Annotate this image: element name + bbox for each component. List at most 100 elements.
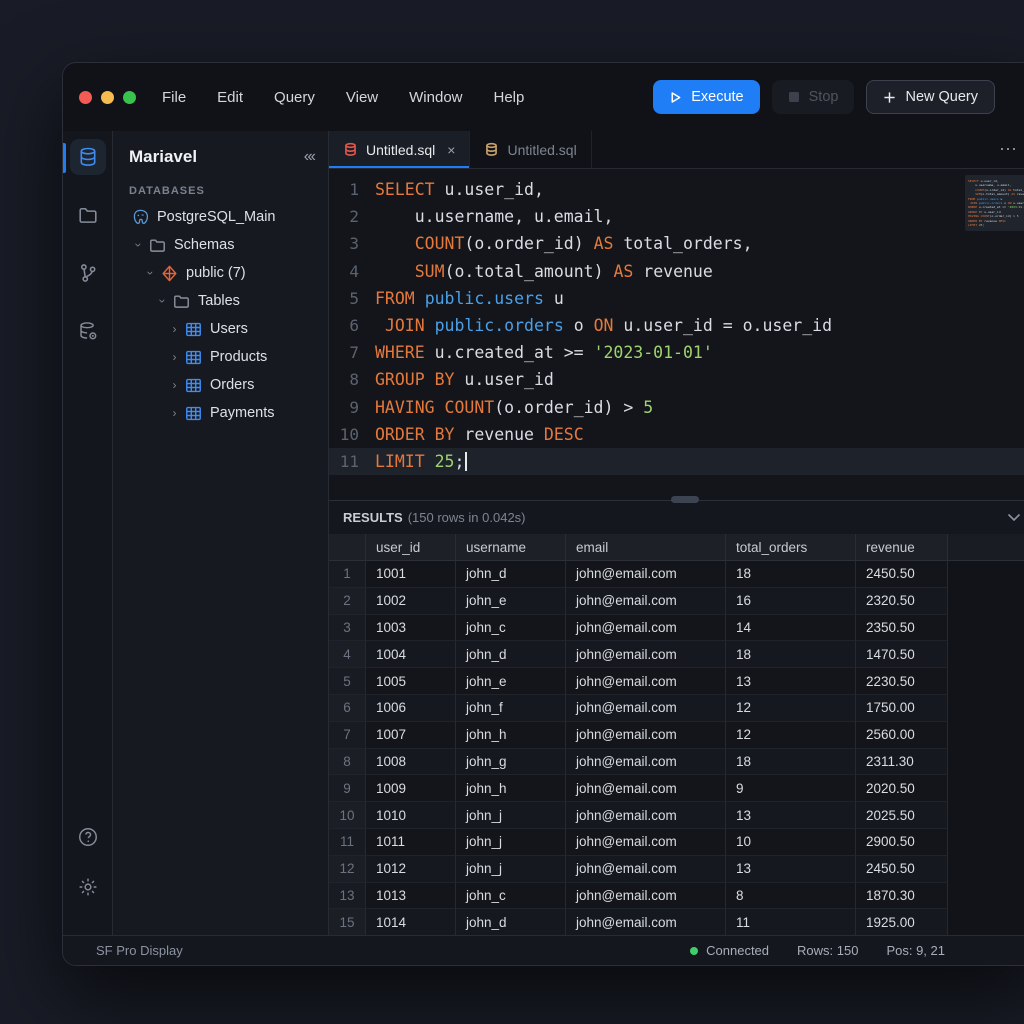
tree-item-users[interactable]: ›Users	[113, 315, 328, 343]
code-line-8[interactable]: 8GROUP BY u.user_id	[329, 366, 1024, 393]
table-cell[interactable]: john_h	[456, 722, 566, 749]
results-collapse-chevron-icon[interactable]	[1007, 509, 1021, 526]
table-row[interactable]: 111011john_jjohn@email.com102900.50	[329, 829, 1024, 856]
rail-database-icon[interactable]	[70, 139, 106, 175]
table-cell[interactable]: john@email.com	[566, 561, 726, 588]
table-cell[interactable]: john_c	[456, 883, 566, 910]
table-cell[interactable]: john_d	[456, 909, 566, 935]
table-cell[interactable]: 12	[726, 722, 856, 749]
table-cell[interactable]: john_h	[456, 775, 566, 802]
table-cell[interactable]: john@email.com	[566, 883, 726, 910]
tree-item-public-7[interactable]: ›public (7)	[113, 259, 328, 287]
tab-untitled-sql-inactive[interactable]: Untitled.sql	[470, 131, 591, 168]
tab-untitled-sql-active[interactable]: Untitled.sql ×	[329, 131, 470, 168]
row-number-cell[interactable]: 2	[329, 588, 366, 615]
row-number-cell[interactable]: 1	[329, 561, 366, 588]
column-header-total-orders[interactable]: total_orders	[726, 534, 856, 560]
table-cell[interactable]: 1011	[366, 829, 456, 856]
divider-drag-handle[interactable]	[671, 496, 699, 503]
table-cell[interactable]: 2320.50	[856, 588, 948, 615]
help-icon[interactable]	[70, 819, 106, 855]
chevron-down-icon[interactable]: ›	[132, 238, 146, 253]
table-cell[interactable]: john@email.com	[566, 856, 726, 883]
table-row[interactable]: 41004john_djohn@email.com181470.50	[329, 641, 1024, 668]
table-cell[interactable]: 13	[726, 668, 856, 695]
table-cell[interactable]: 1870.30	[856, 883, 948, 910]
close-window-button[interactable]	[79, 91, 92, 104]
tab-close-icon[interactable]: ×	[447, 142, 455, 158]
table-row[interactable]: 151014john_djohn@email.com111925.00	[329, 909, 1024, 935]
table-row[interactable]: 101010john_jjohn@email.com132025.50	[329, 802, 1024, 829]
row-number-cell[interactable]: 10	[329, 802, 366, 829]
table-cell[interactable]: 1007	[366, 722, 456, 749]
sql-editor[interactable]: 1SELECT u.user_id,2 u.username, u.email,…	[329, 169, 1024, 491]
table-cell[interactable]: 1012	[366, 856, 456, 883]
table-row[interactable]: 121012john_jjohn@email.com132450.50	[329, 856, 1024, 883]
row-number-cell[interactable]: 3	[329, 615, 366, 642]
chevron-right-icon[interactable]: ›	[167, 322, 182, 336]
table-cell[interactable]: 1001	[366, 561, 456, 588]
settings-gear-icon[interactable]	[70, 869, 106, 905]
table-row[interactable]: 51005john_ejohn@email.com132230.50	[329, 668, 1024, 695]
table-cell[interactable]: 10	[726, 829, 856, 856]
table-cell[interactable]: 16	[726, 588, 856, 615]
code-line-11[interactable]: 11LIMIT 25;	[329, 448, 1024, 475]
table-cell[interactable]: 1013	[366, 883, 456, 910]
table-cell[interactable]: 11	[726, 909, 856, 935]
tree-item-payments[interactable]: ›Payments	[113, 399, 328, 427]
chevron-right-icon[interactable]: ›	[167, 378, 182, 392]
table-cell[interactable]: 2230.50	[856, 668, 948, 695]
table-cell[interactable]: 9	[726, 775, 856, 802]
table-cell[interactable]: john_j	[456, 802, 566, 829]
table-cell[interactable]: 1002	[366, 588, 456, 615]
menu-window[interactable]: Window	[409, 89, 462, 106]
table-cell[interactable]: 1470.50	[856, 641, 948, 668]
stop-button[interactable]: Stop	[772, 80, 855, 114]
table-cell[interactable]: 1750.00	[856, 695, 948, 722]
results-divider[interactable]	[329, 491, 1024, 501]
tree-item-products[interactable]: ›Products	[113, 343, 328, 371]
code-line-5[interactable]: 5FROM public.users u	[329, 285, 1024, 312]
column-header-revenue[interactable]: revenue	[856, 534, 948, 560]
table-row[interactable]: 61006john_fjohn@email.com121750.00	[329, 695, 1024, 722]
code-line-2[interactable]: 2 u.username, u.email,	[329, 203, 1024, 230]
table-cell[interactable]: 18	[726, 641, 856, 668]
new-query-button[interactable]: New Query	[866, 80, 995, 114]
table-cell[interactable]: 13	[726, 802, 856, 829]
rail-database-settings-icon[interactable]	[70, 313, 106, 349]
code-line-3[interactable]: 3 COUNT(o.order_id) AS total_orders,	[329, 230, 1024, 257]
rail-git-branch-icon[interactable]	[70, 255, 106, 291]
chevron-right-icon[interactable]: ›	[167, 350, 182, 364]
table-cell[interactable]: john@email.com	[566, 641, 726, 668]
menu-edit[interactable]: Edit	[217, 89, 243, 106]
table-cell[interactable]: john_j	[456, 829, 566, 856]
column-header-username[interactable]: username	[456, 534, 566, 560]
table-cell[interactable]: john@email.com	[566, 775, 726, 802]
row-number-cell[interactable]: 7	[329, 722, 366, 749]
table-cell[interactable]: 2450.50	[856, 561, 948, 588]
table-cell[interactable]: 1014	[366, 909, 456, 935]
row-number-cell[interactable]: 13	[329, 883, 366, 910]
table-cell[interactable]: john_j	[456, 856, 566, 883]
code-line-9[interactable]: 9HAVING COUNT(o.order_id) > 5	[329, 394, 1024, 421]
row-number-cell[interactable]: 4	[329, 641, 366, 668]
table-cell[interactable]: 13	[726, 856, 856, 883]
row-number-cell[interactable]: 6	[329, 695, 366, 722]
tree-item-orders[interactable]: ›Orders	[113, 371, 328, 399]
menu-query[interactable]: Query	[274, 89, 315, 106]
table-cell[interactable]: 2350.50	[856, 615, 948, 642]
table-cell[interactable]: 1005	[366, 668, 456, 695]
row-number-cell[interactable]: 8	[329, 749, 366, 776]
chevron-down-icon[interactable]: ›	[144, 266, 158, 281]
table-cell[interactable]: john_f	[456, 695, 566, 722]
minimize-window-button[interactable]	[101, 91, 114, 104]
table-cell[interactable]: john@email.com	[566, 615, 726, 642]
row-number-cell[interactable]: 5	[329, 668, 366, 695]
table-cell[interactable]: 12	[726, 695, 856, 722]
table-cell[interactable]: john@email.com	[566, 695, 726, 722]
table-cell[interactable]: john@email.com	[566, 749, 726, 776]
table-row[interactable]: 71007john_hjohn@email.com122560.00	[329, 722, 1024, 749]
table-row[interactable]: 11001john_djohn@email.com182450.50	[329, 561, 1024, 588]
menu-help[interactable]: Help	[494, 89, 525, 106]
table-cell[interactable]: 18	[726, 561, 856, 588]
